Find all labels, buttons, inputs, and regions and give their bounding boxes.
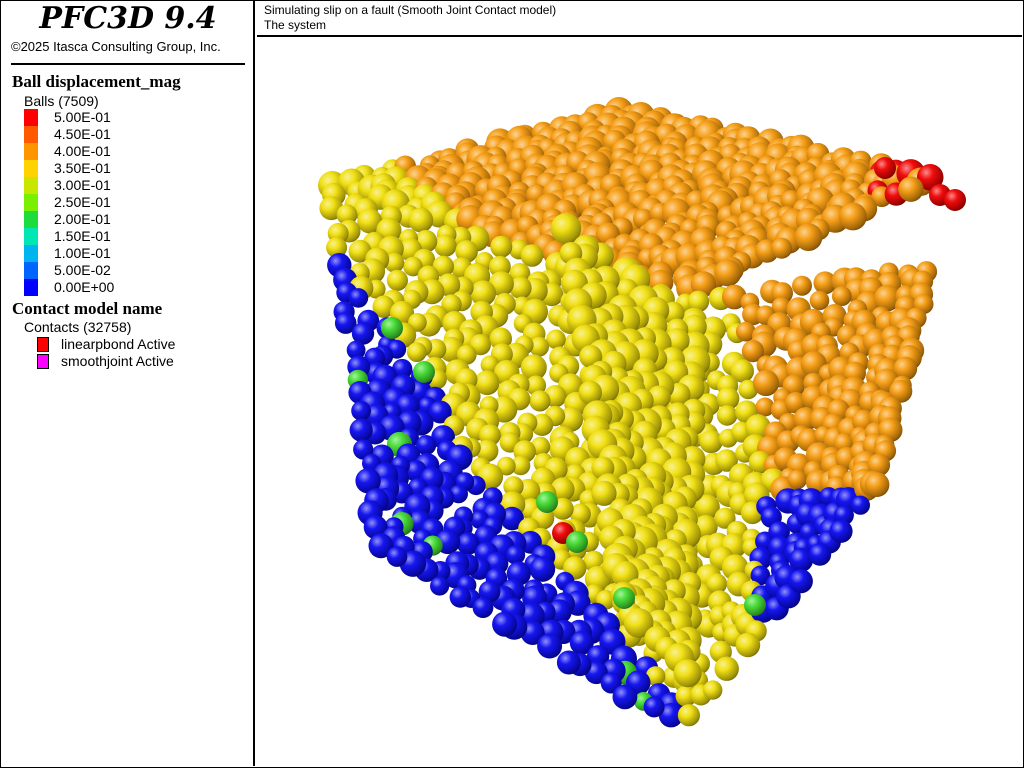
scale-label: 1.50E-01 xyxy=(54,228,111,244)
particle-ball xyxy=(831,286,852,306)
particle-ball xyxy=(449,586,471,608)
legend-divider xyxy=(11,63,245,65)
particle-ball xyxy=(505,545,526,565)
ball-count-label: Balls (7509) xyxy=(24,93,99,109)
scale-swatch xyxy=(24,262,38,279)
particle-ball xyxy=(566,531,588,553)
scale-swatch xyxy=(24,228,38,245)
particle-cube-render xyxy=(318,97,966,728)
particle-ball xyxy=(744,594,766,616)
scale-label: 5.00E-02 xyxy=(54,262,111,278)
plot-title: Simulating slip on a fault (Smooth Joint… xyxy=(264,3,557,17)
scale-swatch xyxy=(24,245,38,262)
copyright-text: ©2025 Itasca Consulting Group, Inc. xyxy=(11,39,221,54)
particle-ball xyxy=(529,556,556,582)
particle-ball xyxy=(673,659,702,688)
particle-ball xyxy=(714,259,742,287)
scale-label: 2.00E-01 xyxy=(54,211,111,227)
particle-ball xyxy=(406,342,427,362)
particle-ball xyxy=(788,569,813,594)
app-title: PFC3D 9.4 xyxy=(39,1,217,36)
scale-swatch xyxy=(24,194,38,211)
particle-ball xyxy=(351,400,371,421)
particle-ball xyxy=(699,430,723,454)
particle-ball xyxy=(430,576,450,596)
particle-ball xyxy=(612,684,638,710)
plot-subtitle: The system xyxy=(264,18,327,32)
scale-label: 4.00E-01 xyxy=(54,143,111,159)
particle-ball xyxy=(386,269,408,291)
scale-label: 2.50E-01 xyxy=(54,194,111,210)
scale-label: 3.00E-01 xyxy=(54,177,111,193)
particle-ball xyxy=(864,472,890,497)
scale-swatch xyxy=(24,279,38,296)
scale-label: 3.50E-01 xyxy=(54,160,111,176)
3d-viewport[interactable] xyxy=(257,38,1022,766)
particle-ball xyxy=(850,495,871,515)
particle-ball xyxy=(829,519,853,543)
particle-ball xyxy=(714,656,739,681)
particle-ball xyxy=(613,587,635,609)
particle-ball xyxy=(472,597,494,618)
scale-label: 1.00E-01 xyxy=(54,245,111,261)
particle-ball xyxy=(413,361,435,383)
contact-label: linearpbond Active xyxy=(61,336,176,352)
contact-swatch xyxy=(37,354,49,369)
particle-ball xyxy=(792,275,812,296)
legend-panel: PFC3D 9.4 ©2025 Itasca Consulting Group,… xyxy=(1,1,255,766)
particle-ball xyxy=(386,546,408,567)
scale-swatch xyxy=(24,109,38,126)
particle-ball xyxy=(898,176,924,202)
particle-ball xyxy=(703,680,723,700)
particle-ball xyxy=(520,244,544,267)
particle-ball xyxy=(839,202,867,231)
contact-label: smoothjoint Active xyxy=(61,353,174,369)
particle-ball xyxy=(434,234,457,257)
scale-swatch xyxy=(24,177,38,194)
particle-ball xyxy=(643,696,665,718)
particle-ball xyxy=(408,207,434,233)
particle-ball xyxy=(794,223,823,252)
scale-label: 0.00E+00 xyxy=(54,279,115,295)
plot-title-bar: Simulating slip on a fault (Smooth Joint… xyxy=(257,1,1022,37)
particle-ball xyxy=(716,405,738,426)
scale-label: 4.50E-01 xyxy=(54,126,111,142)
ball-legend-title: Ball displacement_mag xyxy=(12,72,181,91)
particle-ball xyxy=(556,650,581,675)
contact-legend-title: Contact model name xyxy=(12,299,163,318)
scale-swatch xyxy=(24,143,38,160)
particle-ball xyxy=(529,390,551,412)
particle-ball xyxy=(677,704,700,727)
scale-swatch xyxy=(24,126,38,143)
contact-swatch xyxy=(37,337,49,352)
particle-ball xyxy=(492,611,518,637)
scale-label: 5.00E-01 xyxy=(54,109,111,125)
contact-count-label: Contacts (32758) xyxy=(24,319,132,335)
particle-ball xyxy=(874,157,896,179)
particle-ball xyxy=(490,235,513,258)
particle-ball xyxy=(536,491,558,513)
scale-swatch xyxy=(24,211,38,228)
particle-ball xyxy=(381,317,403,339)
particle-ball xyxy=(735,632,761,658)
particle-ball xyxy=(944,189,966,211)
particle-ball xyxy=(771,237,793,259)
particle-ball xyxy=(349,418,373,442)
particle-ball xyxy=(808,543,832,566)
particle-ball xyxy=(537,633,563,659)
scale-swatch xyxy=(24,160,38,177)
particle-ball xyxy=(546,329,566,350)
